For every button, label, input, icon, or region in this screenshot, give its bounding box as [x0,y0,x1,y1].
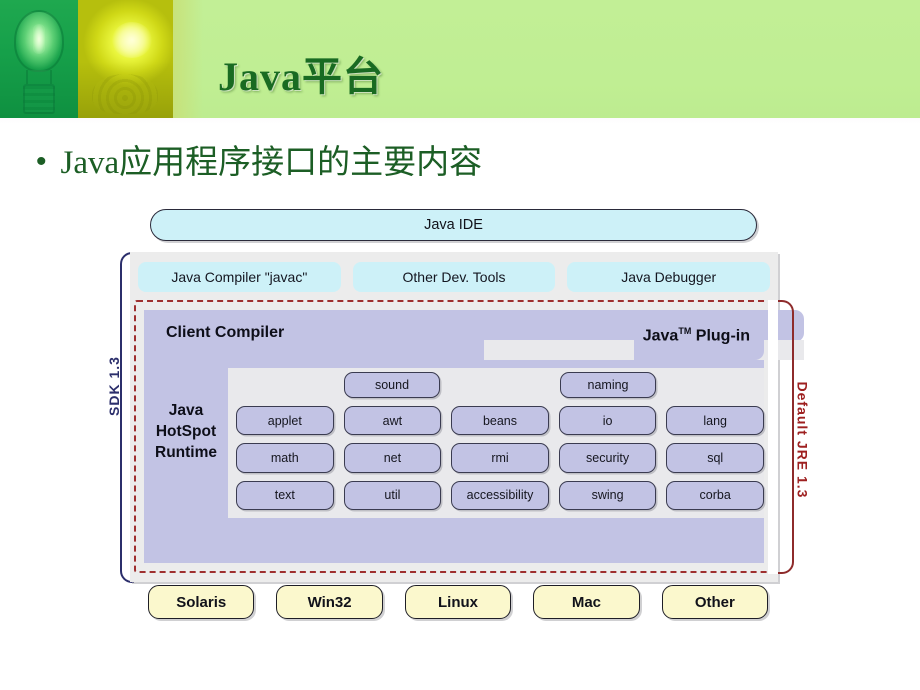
platform-other[interactable]: Other [661,585,769,619]
slide-header: Java平台 [0,0,920,118]
java-ide-box[interactable]: Java IDE [150,209,757,241]
hotspot-line-3: Runtime [155,444,217,461]
sdk-bracket-label: SDK 1.3 [105,356,122,416]
bulb-glow-highlight [112,22,152,58]
package-security-label: security [586,450,630,465]
package-lang-label: lang [703,413,727,428]
package-math-label: math [270,450,299,465]
bullet-text: Java应用程序接口的主要内容 [60,145,483,181]
jre-bracket-mask [768,300,778,574]
trademark-icon: TM [678,326,692,336]
platform-mac[interactable]: Mac [533,585,640,619]
java-plugin-suffix: Plug-in [695,327,750,345]
package-beans-label: beans [482,413,518,428]
platform-mac-label: Mac [571,593,602,611]
bulb-shadow-overlay [78,62,173,118]
platform-linux-label: Linux [438,593,479,611]
package-applet[interactable]: applet [236,406,334,436]
client-compiler-label: Client Compiler [166,324,285,341]
package-rmi[interactable]: rmi [451,443,549,473]
package-text[interactable]: text [236,480,334,510]
package-swing-label: swing [591,488,624,503]
package-sql[interactable]: sql [666,443,764,473]
bullet-marker-icon: • [36,145,47,178]
header-image-fade [173,0,203,118]
jre-bracket-label: Default JRE 1.3 [794,381,811,499]
hotspot-line-2: HotSpot [155,423,217,440]
package-awt[interactable]: awt [343,406,442,436]
header-divider [0,118,920,124]
platform-row: Solaris Win32 Linux Mac Other [148,585,769,619]
bulb-neck-shape [26,70,52,84]
hotspot-line-1: Java [168,402,204,419]
dev-tool-javac-label: Java Compiler "javac" [171,269,308,285]
package-accessibility-label: accessibility [466,488,534,503]
package-io[interactable]: io [558,406,657,436]
package-math[interactable]: math [236,443,334,473]
dev-tool-debugger-label: Java Debugger [621,269,717,285]
dev-tool-javac[interactable]: Java Compiler "javac" [138,262,341,292]
package-naming[interactable]: naming [560,372,656,398]
package-sound-label: sound [374,378,410,392]
dev-tool-debugger[interactable]: Java Debugger [567,262,771,292]
package-net-label: net [383,450,402,465]
java-platform-diagram: SDK 1.3 Java IDE Java Compiler "javac" O… [105,200,824,625]
package-lang[interactable]: lang [666,406,764,436]
bullet-line: • Java应用程序接口的主要内容 [36,142,482,184]
api-package-grid: applet awt beans io lang math net rmi se… [236,406,764,510]
java-plugin-label: JavaTM Plug-in [643,326,750,345]
platform-win32-label: Win32 [307,593,352,611]
bulb-base-shape [23,84,55,114]
bulb-filament-shape [33,24,45,54]
platform-solaris[interactable]: Solaris [148,585,255,619]
package-naming-label: naming [587,378,629,392]
platform-other-label: Other [694,593,735,611]
platform-linux[interactable]: Linux [404,585,512,619]
package-corba[interactable]: corba [666,480,764,510]
platform-win32[interactable]: Win32 [276,585,383,619]
package-net[interactable]: net [343,443,442,473]
java-ide-label: Java IDE [424,217,483,233]
package-sql-label: sql [707,450,724,465]
platform-solaris-label: Solaris [176,593,227,611]
package-awt-label: awt [382,413,403,428]
java-plugin-prefix: Java [642,327,679,345]
package-applet-label: applet [267,413,302,428]
package-corba-label: corba [699,488,731,503]
package-sound[interactable]: sound [344,372,440,398]
page-title: Java平台 [218,54,384,99]
package-io-label: io [602,413,613,428]
package-beans[interactable]: beans [451,406,549,436]
package-text-label: text [274,488,295,503]
package-util-label: util [384,488,401,503]
api-top-row: sound naming [236,372,764,398]
compiler-plugin-band: Client Compiler JavaTM Plug-in [144,310,804,360]
hotspot-runtime-block: Java HotSpot Runtime [144,368,228,548]
package-swing[interactable]: swing [558,480,657,510]
package-accessibility[interactable]: accessibility [451,480,549,510]
dev-tools-row: Java Compiler "javac" Other Dev. Tools J… [138,262,771,292]
package-security[interactable]: security [558,443,657,473]
dev-tool-other[interactable]: Other Dev. Tools [352,262,556,292]
package-rmi-label: rmi [491,450,509,465]
package-util[interactable]: util [343,480,442,510]
green-lightbulb-image [0,0,78,118]
yellow-glowing-bulb-image [78,0,173,118]
dev-tool-other-label: Other Dev. Tools [402,269,506,285]
